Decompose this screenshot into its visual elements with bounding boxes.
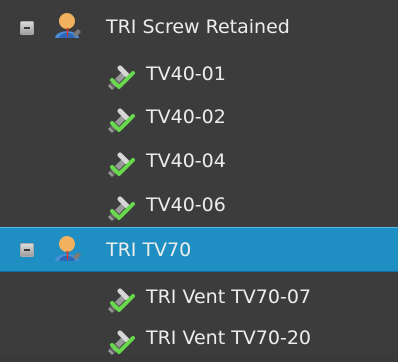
tree-item-tv40-01[interactable]: TV40-01 xyxy=(0,50,398,96)
tree-item-tri-vent-tv70-07[interactable]: TRI Vent TV70-07 xyxy=(0,274,398,320)
collapse-toggle-icon[interactable] xyxy=(20,21,34,35)
tree-item-label: TRI Vent TV70-07 xyxy=(146,286,312,308)
tree-item-tv40-06[interactable]: TV40-06 xyxy=(0,182,398,228)
tree-group-label: TRI Screw Retained xyxy=(106,16,290,38)
implant-check-icon xyxy=(98,186,136,224)
implant-check-icon xyxy=(98,142,136,180)
tree-item-label: TV40-04 xyxy=(146,150,226,172)
tree-item-label: TV40-01 xyxy=(146,63,226,85)
tree-view: TRI Screw Retained TV40-01 TV40-02 TV40-… xyxy=(0,0,398,355)
tree-item-label: TV40-06 xyxy=(146,194,226,216)
collapse-toggle-icon[interactable] xyxy=(20,243,34,257)
tree-item-tv40-04[interactable]: TV40-04 xyxy=(0,138,398,184)
tree-item-tri-vent-tv70-20[interactable]: TRI Vent TV70-20 xyxy=(0,318,398,355)
implant-check-icon xyxy=(98,98,136,136)
tree-item-label: TV40-02 xyxy=(146,106,226,128)
implant-check-icon xyxy=(98,55,136,93)
tree-item-label: TRI Vent TV70-20 xyxy=(146,327,312,349)
implant-check-icon xyxy=(98,320,136,358)
tree-group-label: TRI TV70 xyxy=(106,239,192,261)
implant-check-icon xyxy=(98,278,136,316)
user-group-icon xyxy=(48,8,86,46)
tree-group-tri-screw-retained[interactable]: TRI Screw Retained xyxy=(0,4,398,50)
tree-item-tv40-02[interactable]: TV40-02 xyxy=(0,94,398,140)
user-group-icon xyxy=(48,231,86,269)
tree-group-tri-tv70[interactable]: TRI TV70 xyxy=(0,227,398,272)
